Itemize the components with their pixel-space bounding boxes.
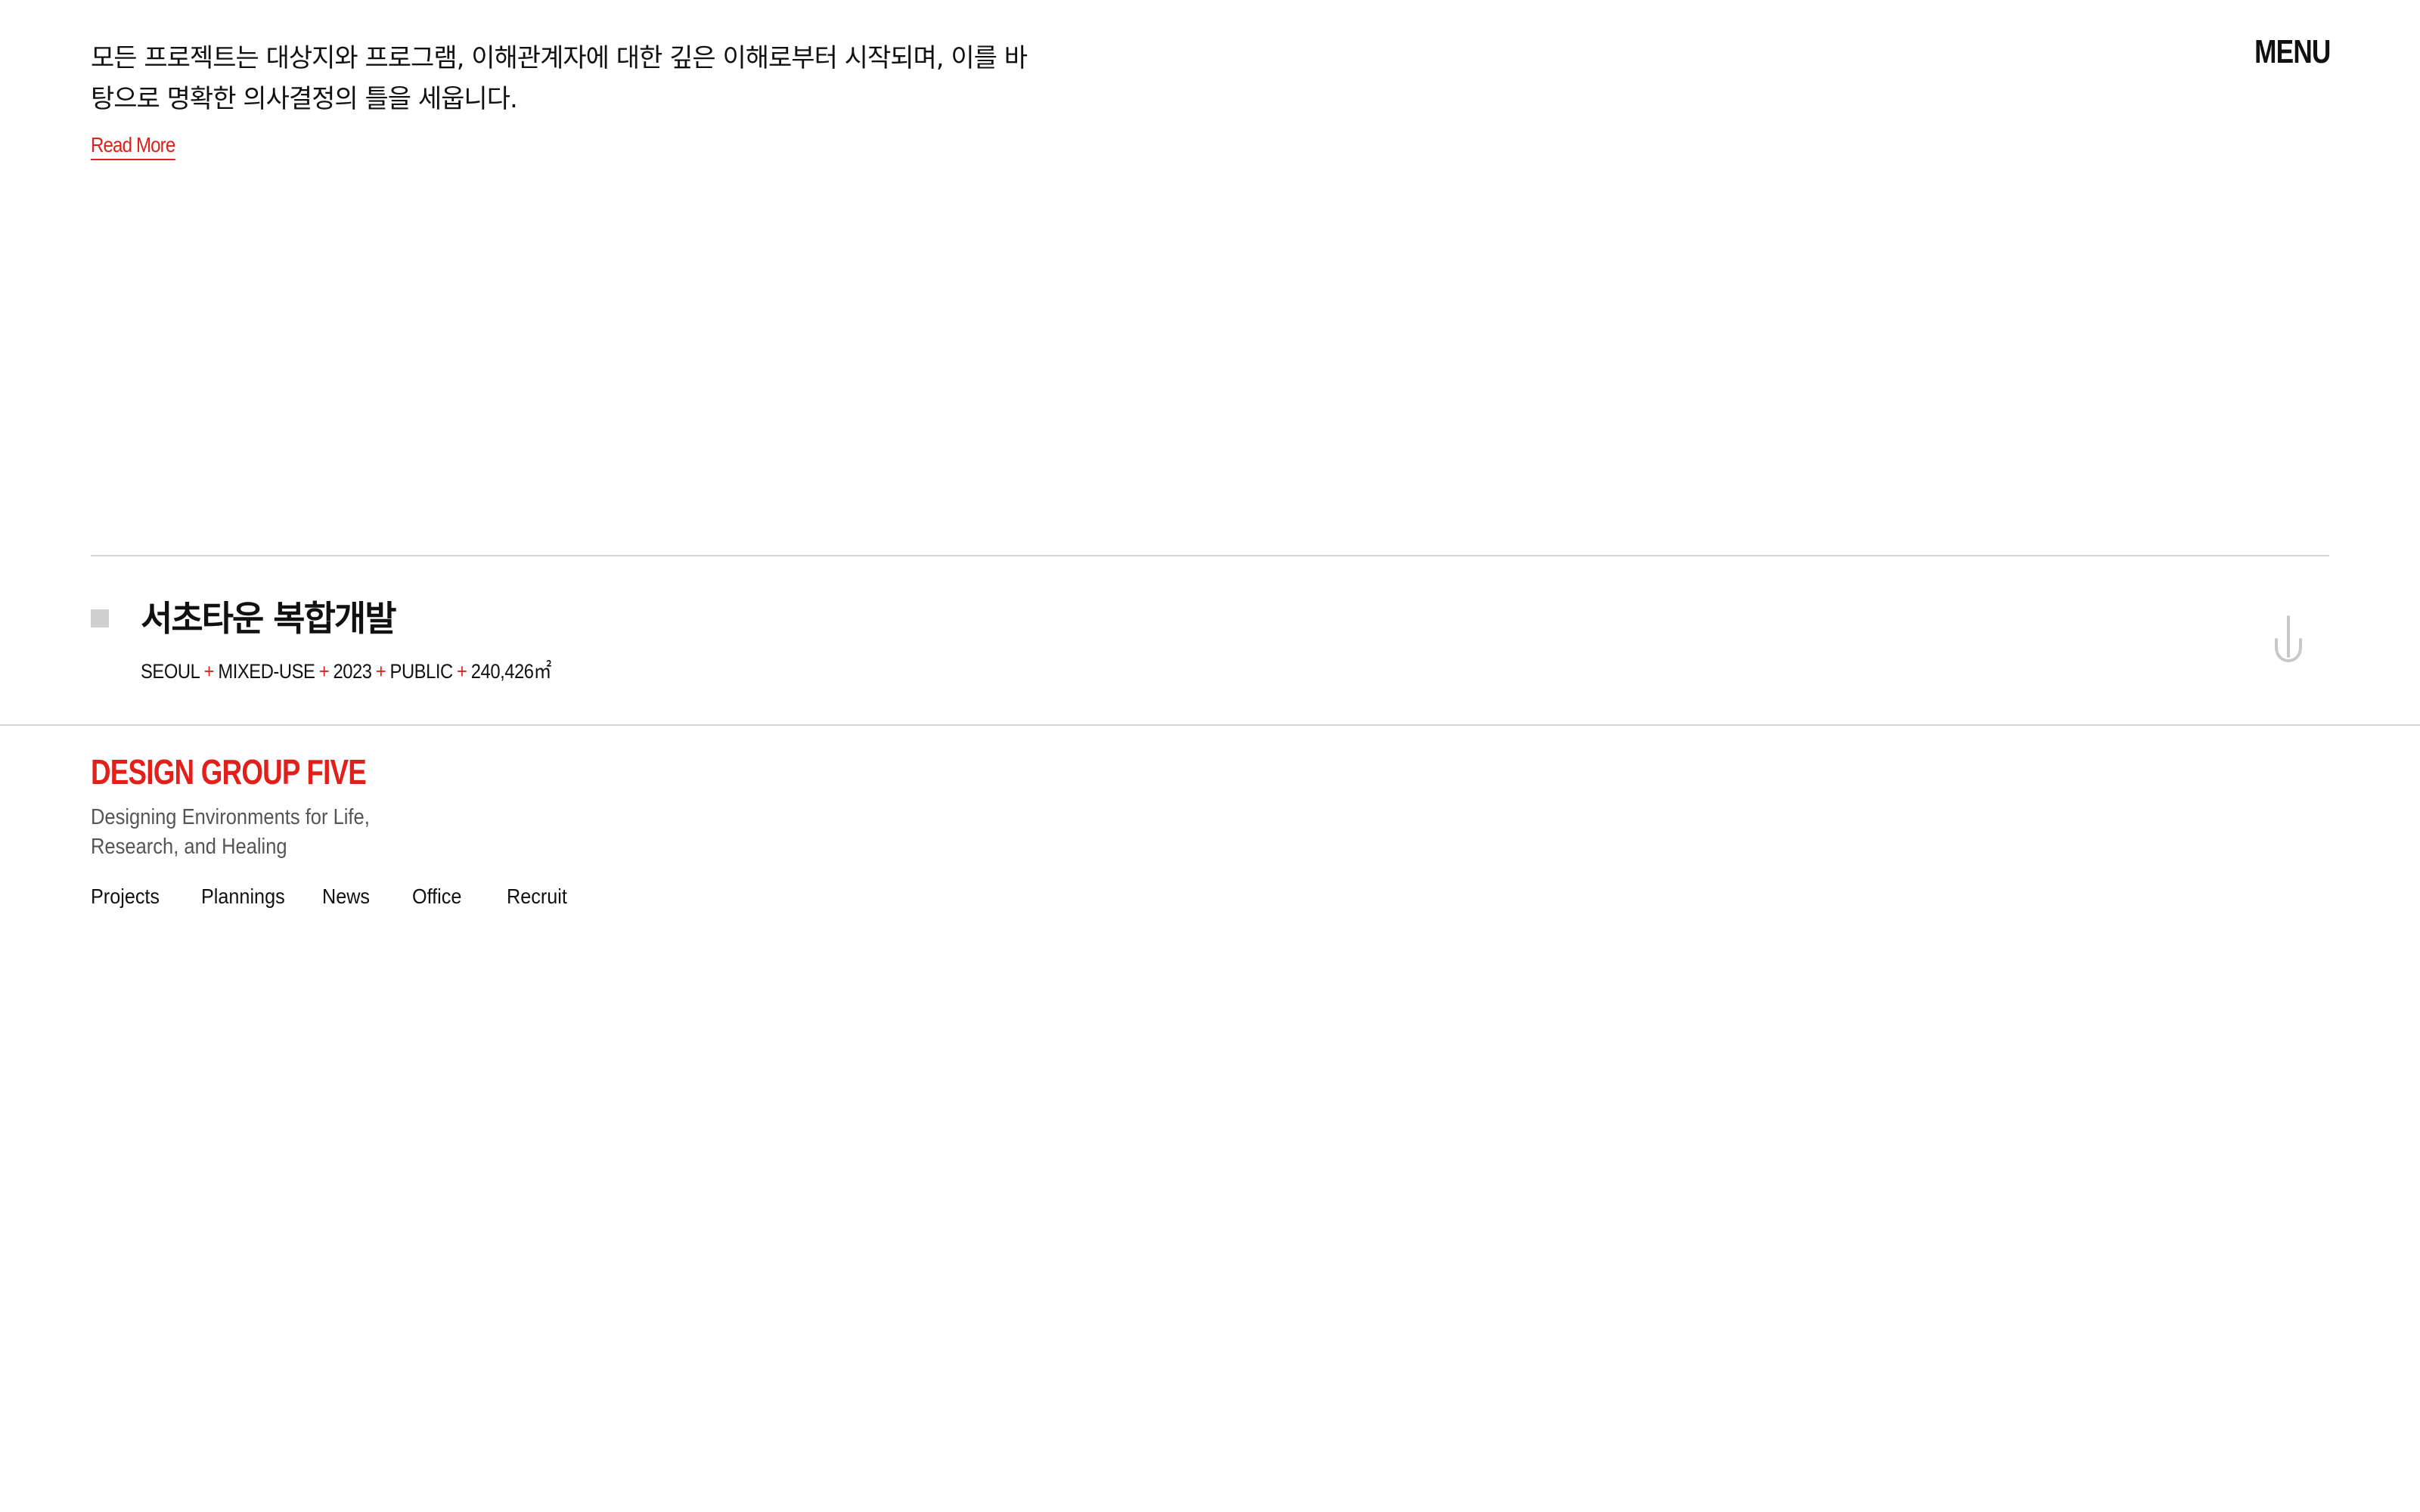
project-type: MIXED-USE [218,660,315,683]
project-sector: PUBLIC [389,660,454,683]
intro-text: 모든 프로젝트는 대상지와 프로그램, 이해관계자에 대한 깊은 이해로부터 시… [91,43,1028,114]
footer-nav-office[interactable]: Office [412,885,498,909]
meta-separator: + [203,660,215,683]
project-location: SEOUL [141,660,200,683]
footer: DESIGN GROUP FIVE Designing Environments… [91,751,1150,909]
meta-separator: + [375,660,386,683]
project-title[interactable]: 서초타운 복합개발 [141,591,397,641]
pointing-down-arrow-icon[interactable] [2273,615,2304,662]
footer-nav-plannings[interactable]: Plannings [201,885,310,909]
read-more-link[interactable]: Read More [91,133,175,160]
page: 모든 프로젝트는 대상지와 프로그램, 이해관계자에 대한 깊은 이해로부터 시… [0,0,2420,1512]
meta-separator: + [457,660,467,683]
tagline: Designing Environments for Life, Researc… [91,803,450,862]
project-area: 240,426㎡ [470,660,552,683]
footer-nav-news[interactable]: News [322,885,403,909]
meta-separator: + [318,660,330,683]
brand-logo[interactable]: DESIGN GROUP FIVE [91,751,938,792]
menu-button[interactable]: MENU [2255,33,2332,71]
project-meta: SEOUL + MIXED-USE +2023 + PUBLIC +240,426㎡ [141,655,551,684]
divider [91,555,2329,556]
project-item[interactable]: 서초타운 복합개발 SEOUL + MIXED-USE +2023 + PUBLIC +24… [91,590,2329,703]
footer-nav: Projects Plannings News Office Recruit [91,885,1150,909]
section-divider [0,724,2420,726]
footer-nav-recruit[interactable]: Recruit [507,885,588,909]
tagline-line: Research, and Healing [91,835,287,859]
square-marker-icon [91,609,109,627]
tagline-line: Designing Environments for Life, [91,805,370,829]
intro-section: 모든 프로젝트는 대상지와 프로그램, 이해관계자에 대한 깊은 이해로부터 시… [91,38,1028,160]
footer-nav-projects[interactable]: Projects [91,885,190,909]
project-year: 2023 [333,660,372,683]
